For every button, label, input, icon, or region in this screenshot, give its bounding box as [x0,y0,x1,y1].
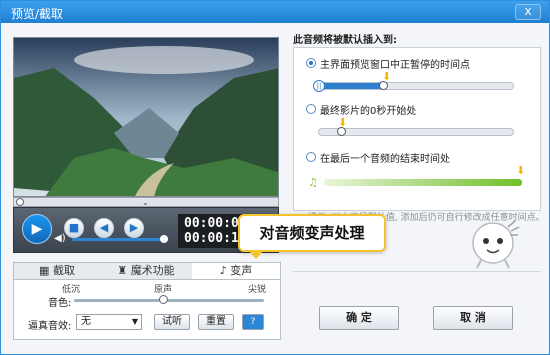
mascot-icon [472,220,520,269]
music-note-icon: ♫ [308,176,318,189]
tab-magic[interactable]: ♜ 魔术功能 [100,263,192,279]
preview-panel: ⌄ ▶ ■ ◀ ▶ ◀) 00:00:00 00:00:12 ▦ 截取 ♜ 魔术… [13,37,281,347]
option-start-label: 最终影片的0秒开始处 [320,106,417,117]
audio-track-bar [324,179,522,186]
tone-slider[interactable] [74,295,264,304]
option-pause-label: 主界面预览窗口中正暂停的时间点 [320,60,470,71]
pause-slider-fill [319,83,385,89]
pause-slider[interactable]: || [313,80,514,92]
volume-knob[interactable] [160,235,168,243]
next-frame-button[interactable]: ▶ [124,218,144,238]
tone-label: 音色: [48,298,72,309]
option-pause-radio[interactable] [306,58,316,68]
chevron-down-icon: ▼ [131,317,138,326]
effect-value: 无 [81,316,91,327]
tone-knob[interactable] [159,295,168,304]
option-start-radio[interactable] [306,104,316,114]
cancel-button[interactable]: 取 消 [433,306,513,330]
insert-options: 此音频将被默认插入到: 主界面预览窗口中正暂停的时间点 ⬇ || 最终影片的0秒… [293,31,545,223]
note-icon: ♪ [219,264,227,277]
tab-clip-label: 截取 [52,264,75,277]
option-after-last-label: 在最后一个音频的结束时间处 [320,154,450,165]
tab-voice-label: 变声 [230,264,253,277]
volume-slider[interactable] [72,235,168,243]
volume-icon: ◀) [54,233,66,244]
pause-indicator-icon: || [313,80,325,92]
annotation-callout: 对音频变声处理 [238,214,386,259]
preview-dialog: 预览/截取 x ⌄ ▶ ■ ◀ ▶ ◀) 00:00:00 00:00:12 ▦… [0,0,550,355]
close-button[interactable]: x [515,4,541,20]
chevron-down-icon: ⌄ [142,198,149,207]
landscape-image [14,38,278,196]
magic-hat-icon: ♜ [117,264,128,277]
title-bar: 预览/截取 x [1,1,549,23]
effect-label: 逼真音效: [28,321,72,332]
insert-box: 主界面预览窗口中正暂停的时间点 ⬇ || 最终影片的0秒开始处 ⬇ 在最后一个音… [293,47,545,223]
divider [293,271,541,272]
tab-clip[interactable]: ▦ 截取 [14,263,100,279]
effect-select[interactable]: 无 ▼ [76,314,142,330]
insert-heading: 此音频将被默认插入到: [293,35,397,46]
stop-button[interactable]: ■ [64,218,84,238]
prev-frame-button[interactable]: ◀ [94,218,114,238]
voice-panel: 低沉 原声 尖锐 音色: 逼真音效: 无 ▼ 试听 重置 ? [13,280,281,340]
start-slider[interactable] [318,127,514,136]
tone-mid-label: 原声 [154,285,173,295]
window-title: 预览/截取 [11,7,64,21]
close-icon: x [524,4,532,18]
option-after-last-radio[interactable] [306,152,316,162]
start-slider-knob[interactable] [337,127,346,136]
listen-button[interactable]: 试听 [154,314,190,330]
play-button[interactable]: ▶ [22,214,52,244]
reset-button[interactable]: 重置 [198,314,234,330]
tone-high-label: 尖锐 [248,285,267,295]
tab-voice[interactable]: ♪ 变声 [192,263,280,279]
tab-magic-label: 魔术功能 [130,264,175,277]
help-icon: ? [250,317,256,327]
end-marker-icon: ⬇ [516,164,526,177]
tab-bar: ▦ 截取 ♜ 魔术功能 ♪ 变声 [13,262,281,280]
help-button[interactable]: ? [242,314,264,330]
pause-slider-knob[interactable] [379,81,388,90]
seek-bar[interactable]: ⌄ [13,197,279,207]
video-preview [13,37,279,197]
film-icon: ▦ [39,264,50,277]
ok-button[interactable]: 确 定 [319,306,399,330]
seek-knob[interactable] [16,198,24,206]
